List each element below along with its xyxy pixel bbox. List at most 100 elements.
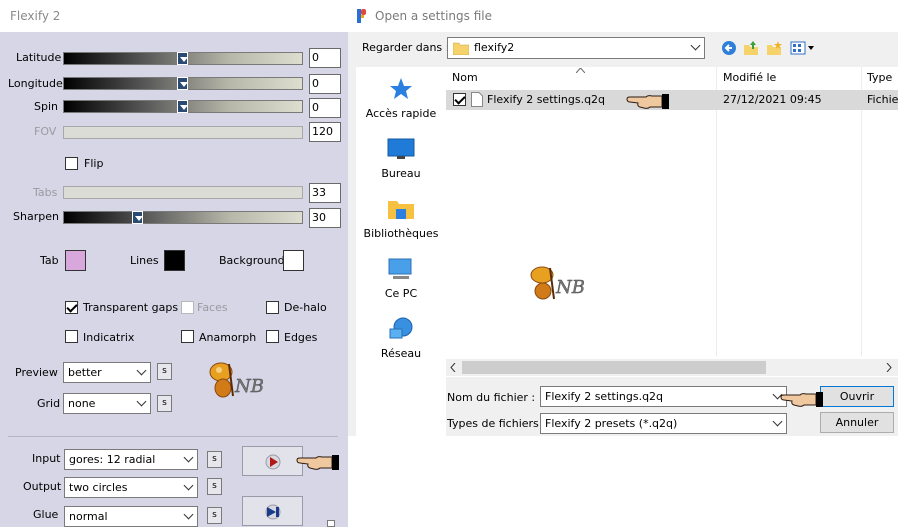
longitude-slider-thumb[interactable] xyxy=(177,77,188,90)
butterfly-logo: NB xyxy=(207,358,267,406)
view-menu-icon[interactable] xyxy=(790,40,816,56)
look-in-select[interactable]: flexify2 xyxy=(447,37,705,59)
flip-checkbox[interactable] xyxy=(65,157,78,170)
load-preset-icon xyxy=(265,454,281,470)
output-select[interactable]: two circles xyxy=(64,477,198,498)
chevron-down-icon xyxy=(136,365,147,376)
de-halo-checkbox[interactable] xyxy=(266,301,279,314)
scroll-left-icon[interactable] xyxy=(450,363,456,372)
file-row[interactable]: Flexify 2 settings.q2q 27/12/2021 09:45 … xyxy=(446,90,898,110)
chevron-down-icon xyxy=(183,480,194,491)
spin-value[interactable]: 0 xyxy=(309,98,341,118)
place-network[interactable]: Réseau xyxy=(356,317,446,360)
save-preset-button[interactable] xyxy=(242,496,303,526)
latitude-slider[interactable] xyxy=(63,52,303,65)
place-libraries[interactable]: Bibliothèques xyxy=(356,197,446,240)
star-icon xyxy=(390,78,412,99)
filename-label: Nom du fichier : xyxy=(447,391,536,404)
grid-label: Grid xyxy=(37,397,61,410)
input-s-button[interactable]: s xyxy=(207,451,222,468)
network-icon xyxy=(389,317,413,339)
tabs-slider xyxy=(63,186,303,199)
horizontal-scrollbar[interactable] xyxy=(446,359,898,376)
latitude-slider-thumb[interactable] xyxy=(177,52,188,65)
output-select-value: two circles xyxy=(69,481,128,494)
longitude-value[interactable]: 0 xyxy=(309,74,341,94)
glue-label: Glue xyxy=(33,508,59,521)
grid-s-button[interactable]: s xyxy=(157,395,172,412)
place-this-pc[interactable]: Ce PC xyxy=(356,257,446,300)
sort-ascending-icon xyxy=(576,68,585,73)
preview-select-value: better xyxy=(68,366,102,379)
dialog-titlebar: Open a settings file xyxy=(348,0,898,32)
load-preset-button[interactable] xyxy=(242,446,303,476)
file-row-checkbox[interactable] xyxy=(453,93,466,106)
transparent-gaps-checkbox[interactable] xyxy=(65,301,78,314)
tab-color-swatch[interactable] xyxy=(65,250,86,271)
logo-text: NB xyxy=(234,376,264,397)
scroll-right-icon[interactable] xyxy=(886,363,892,372)
chevron-down-icon xyxy=(690,40,701,51)
back-icon[interactable] xyxy=(721,40,737,56)
place-label: Accès rapide xyxy=(365,107,437,120)
latitude-value[interactable]: 0 xyxy=(309,48,341,68)
filename-input[interactable]: Flexify 2 settings.q2q xyxy=(540,386,787,407)
open-button[interactable]: Ouvrir xyxy=(820,386,894,407)
filetype-label: Types de fichiers : xyxy=(447,417,546,430)
place-label: Bureau xyxy=(381,167,421,180)
indicatrix-checkbox[interactable] xyxy=(65,330,78,343)
sharpen-slider[interactable] xyxy=(63,211,303,224)
preview-select[interactable]: better xyxy=(63,362,151,383)
column-header-type[interactable]: Type xyxy=(867,67,892,89)
up-folder-icon[interactable] xyxy=(743,40,759,56)
cancel-button[interactable]: Annuler xyxy=(820,412,894,433)
sharpen-label: Sharpen xyxy=(13,210,59,223)
chevron-down-icon xyxy=(183,452,194,463)
place-label: Bibliothèques xyxy=(363,227,439,240)
new-folder-icon[interactable] xyxy=(766,40,782,56)
output-label: Output xyxy=(23,480,62,493)
lines-color-swatch[interactable] xyxy=(164,250,185,271)
file-name: Flexify 2 settings.q2q xyxy=(487,93,606,106)
column-separator xyxy=(861,67,862,356)
column-separator xyxy=(716,67,717,356)
filetype-select[interactable]: Flexify 2 presets (*.q2q) xyxy=(540,413,787,434)
longitude-slider[interactable] xyxy=(63,77,303,90)
tabs-label: Tabs xyxy=(33,186,58,199)
filename-value: Flexify 2 settings.q2q xyxy=(545,390,664,403)
column-header-modified[interactable]: Modifié le xyxy=(723,67,776,89)
chevron-down-icon xyxy=(136,396,147,407)
grid-select[interactable]: none xyxy=(63,393,151,414)
input-select[interactable]: gores: 12 radial xyxy=(64,449,198,470)
look-in-label: Regarder dans : xyxy=(362,41,450,54)
tabs-value[interactable]: 33 xyxy=(309,183,341,203)
place-desktop[interactable]: Bureau xyxy=(356,137,446,180)
glue-select-value: normal xyxy=(69,510,108,523)
edges-checkbox[interactable] xyxy=(266,330,279,343)
hand-pointer-icon xyxy=(780,392,823,407)
fov-value[interactable]: 120 xyxy=(309,122,341,142)
faces-label: Faces xyxy=(197,301,228,314)
sharpen-slider-thumb[interactable] xyxy=(132,211,143,224)
de-halo-label: De-halo xyxy=(284,301,327,314)
places-bar: Accès rapide Bureau Bibliothèques Ce PC … xyxy=(356,67,446,437)
scrollbar-thumb[interactable] xyxy=(462,361,766,374)
preview-s-button[interactable]: s xyxy=(157,363,172,380)
spin-slider-thumb[interactable] xyxy=(177,100,188,113)
anamorph-checkbox[interactable] xyxy=(181,330,194,343)
flip-label: Flip xyxy=(84,157,104,170)
resize-grip[interactable] xyxy=(327,520,335,527)
glue-s-button[interactable]: s xyxy=(207,507,222,524)
desktop-icon xyxy=(387,138,415,159)
app-icon xyxy=(357,9,366,23)
background-color-swatch[interactable] xyxy=(283,250,304,271)
spin-slider[interactable] xyxy=(63,100,303,113)
column-header-name[interactable]: Nom xyxy=(452,67,478,89)
place-quick-access[interactable]: Accès rapide xyxy=(356,77,446,120)
glue-select[interactable]: normal xyxy=(64,506,198,527)
look-in-value: flexify2 xyxy=(474,41,515,54)
place-label: Ce PC xyxy=(384,287,418,300)
faces-checkbox xyxy=(181,301,194,314)
sharpen-value[interactable]: 30 xyxy=(309,208,341,228)
output-s-button[interactable]: s xyxy=(207,478,222,495)
